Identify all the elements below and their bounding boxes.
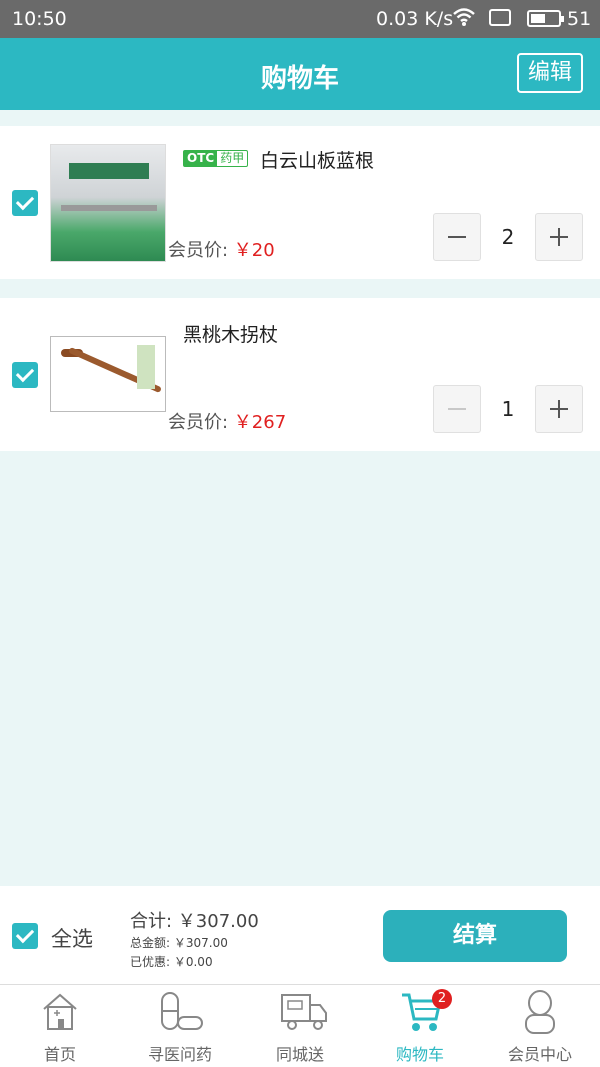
increase-button[interactable] bbox=[535, 385, 583, 433]
decrease-button[interactable] bbox=[433, 385, 481, 433]
truck-icon bbox=[281, 994, 327, 1030]
quantity-stepper: 2 bbox=[433, 213, 583, 261]
battery-icon bbox=[527, 10, 564, 27]
home-icon bbox=[43, 993, 77, 1030]
select-all-checkbox[interactable] bbox=[12, 923, 38, 949]
cart-item: OTC 药甲 白云山板蓝根 会员价: ￥20 2 bbox=[0, 126, 600, 279]
item-checkbox[interactable] bbox=[12, 362, 38, 388]
quantity-value: 2 bbox=[501, 225, 515, 249]
price-value: ￥20 bbox=[233, 240, 275, 261]
member-price: 会员价: ￥20 bbox=[168, 236, 275, 262]
increase-button[interactable] bbox=[535, 213, 583, 261]
cart-item: 黑桃木拐杖 会员价: ￥267 1 bbox=[0, 298, 600, 451]
otc-badge: OTC 药甲 bbox=[183, 150, 249, 167]
total-amount: 合计: ￥307.00 bbox=[130, 911, 259, 932]
user-icon bbox=[525, 990, 555, 1034]
decrease-button[interactable] bbox=[433, 213, 481, 261]
tab-label: 寻医问药 bbox=[147, 1045, 212, 1064]
product-image[interactable] bbox=[50, 336, 166, 412]
tab-label: 首页 bbox=[43, 1045, 76, 1064]
price-label: 会员价: bbox=[168, 412, 234, 433]
pill-icon bbox=[161, 992, 203, 1030]
gross-amount: 总金额: ￥307.00 bbox=[130, 936, 228, 950]
tab-delivery[interactable]: 同城送 bbox=[240, 985, 360, 1067]
tab-bar: 首页 寻医问药 同城送 2 购物车 会员中心 bbox=[0, 984, 600, 1067]
tab-label: 购物车 bbox=[395, 1045, 444, 1064]
tab-cart[interactable]: 2 购物车 bbox=[360, 985, 480, 1067]
edit-button[interactable]: 编辑 bbox=[517, 53, 583, 93]
status-bar: 10:50 0.03 K/s 51 bbox=[0, 0, 600, 38]
member-price: 会员价: ￥267 bbox=[168, 408, 286, 434]
tab-label: 会员中心 bbox=[507, 1045, 572, 1064]
wifi-icon bbox=[452, 7, 476, 32]
discount-amount: 已优惠: ￥0.00 bbox=[130, 955, 213, 969]
product-image[interactable] bbox=[50, 144, 166, 262]
item-checkbox[interactable] bbox=[12, 190, 38, 216]
screen-icon bbox=[489, 9, 511, 26]
quantity-stepper: 1 bbox=[433, 385, 583, 433]
price-label: 会员价: bbox=[168, 240, 234, 261]
tab-member[interactable]: 会员中心 bbox=[480, 985, 600, 1067]
price-value: ￥267 bbox=[233, 412, 287, 433]
tab-label: 同城送 bbox=[275, 1045, 324, 1064]
select-all-label[interactable]: 全选 bbox=[51, 923, 93, 953]
product-name[interactable]: 黑桃木拐杖 bbox=[183, 320, 278, 347]
battery-level: 51 bbox=[567, 8, 592, 30]
cart-count-badge: 2 bbox=[432, 989, 452, 1009]
product-name[interactable]: 白云山板蓝根 bbox=[260, 146, 374, 173]
tab-home[interactable]: 首页 bbox=[0, 985, 120, 1067]
status-time: 10:50 bbox=[12, 8, 67, 30]
tab-consult[interactable]: 寻医问药 bbox=[120, 985, 240, 1067]
network-speed: 0.03 K/s bbox=[376, 8, 454, 30]
quantity-value: 1 bbox=[501, 397, 515, 421]
page-title: 购物车 bbox=[260, 64, 339, 94]
checkout-button[interactable]: 结算 bbox=[383, 910, 567, 962]
checkout-bar: 全选 合计: ￥307.00 总金额: ￥307.00 已优惠: ￥0.00 结… bbox=[0, 886, 600, 984]
header: 购物车 编辑 bbox=[0, 38, 600, 110]
